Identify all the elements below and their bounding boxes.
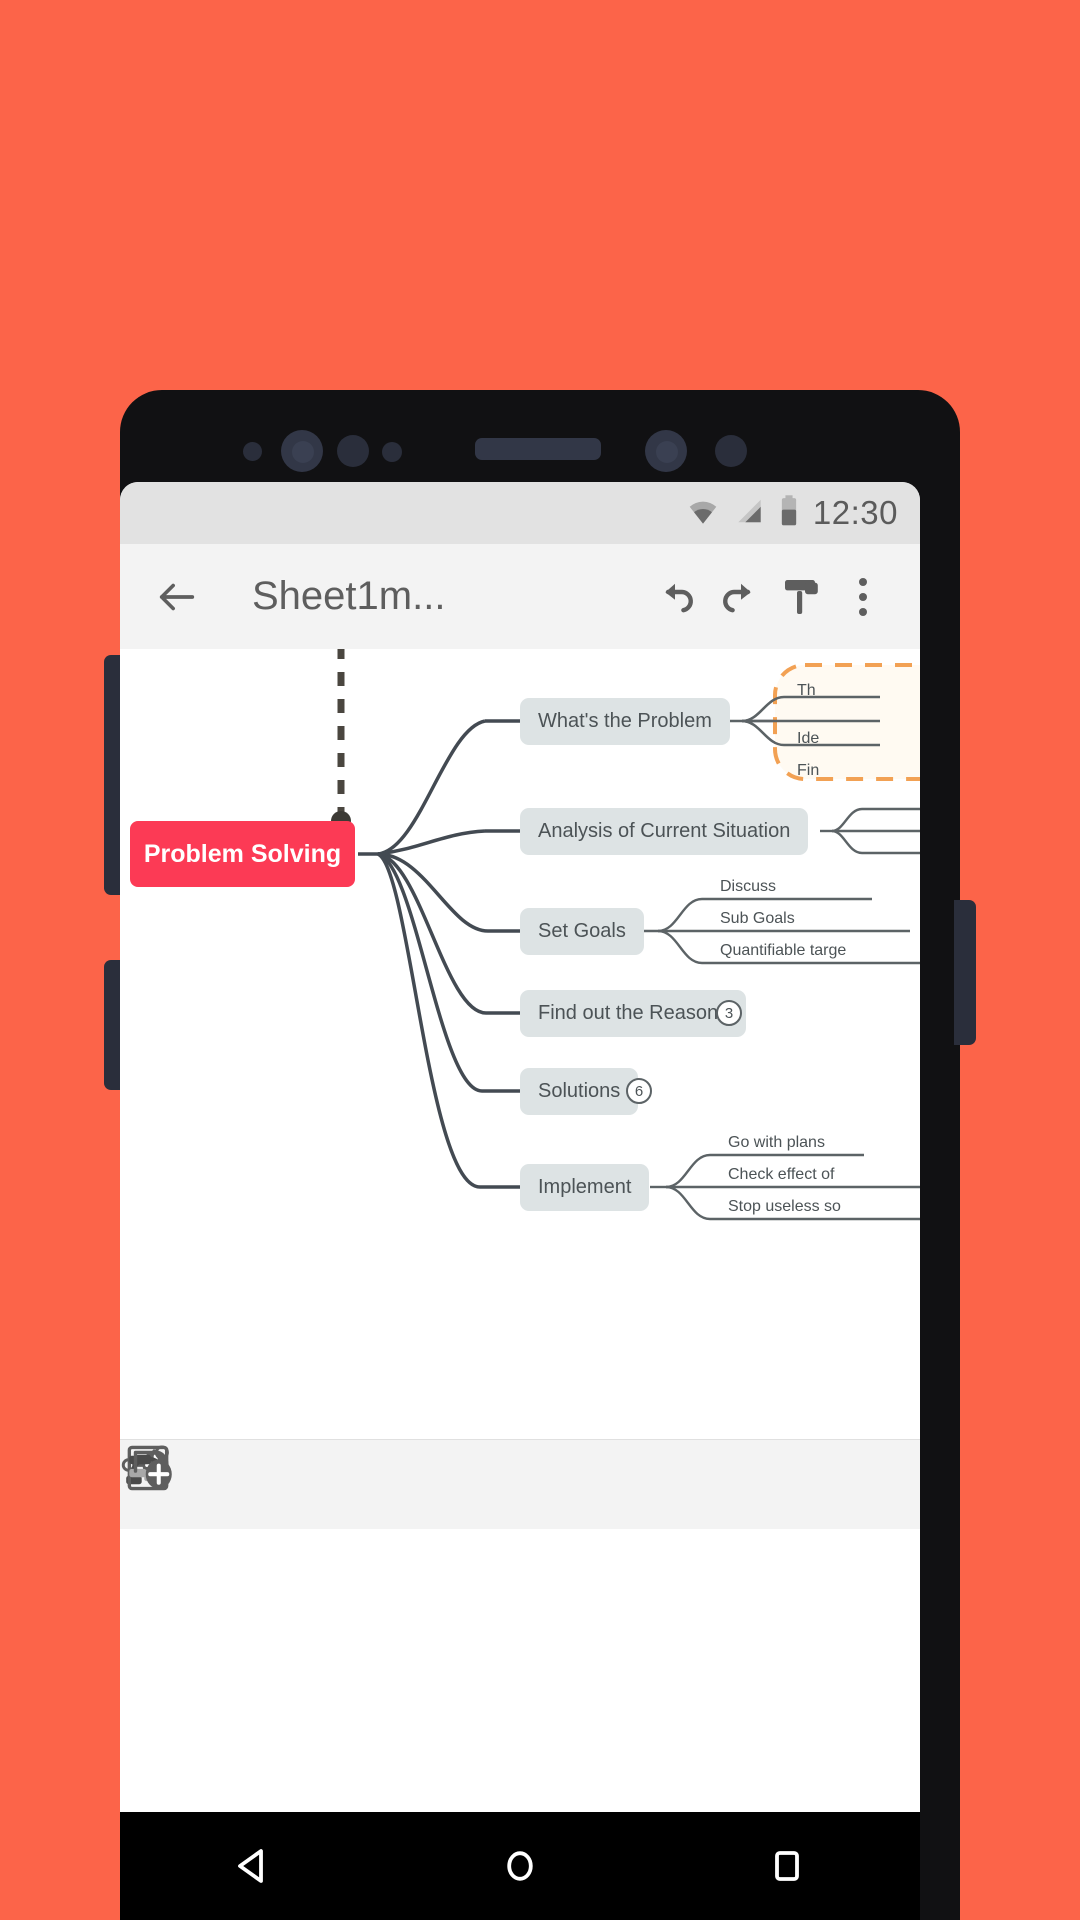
mindmap-leaf-whats-the-problem-2[interactable]: Ide [797, 730, 819, 748]
square-recents-icon[interactable] [742, 1831, 832, 1901]
redo-icon[interactable] [708, 566, 770, 628]
phone-sensor-row [120, 390, 960, 482]
signal-icon [734, 497, 765, 530]
circle-home-icon[interactable] [475, 1831, 565, 1901]
wifi-icon [686, 497, 720, 530]
sensor-dot-icon [337, 435, 369, 467]
sensor-dot-icon [715, 435, 747, 467]
floating-node-plus-icon[interactable] [133, 1445, 880, 1520]
mindmap-canvas[interactable]: Floating Topic Problem Solving What's th… [120, 649, 920, 1529]
mindmap-leaf-whats-the-problem-3[interactable]: Fin [797, 762, 819, 780]
triangle-back-icon[interactable] [208, 1831, 298, 1901]
mindmap-leaf-set-goals-3[interactable]: Quantifiable targe [720, 942, 846, 960]
android-navigation-bar [120, 1812, 920, 1920]
mindmap-leaf-implement-3[interactable]: Stop useless so [728, 1198, 841, 1216]
layout-card-icon[interactable] [127, 1445, 560, 1520]
phone-screen: 12:30 Sheet1m... Problem Solving What's … [120, 482, 920, 1812]
mindmap-root-node[interactable]: Problem Solving [130, 821, 355, 887]
collapsed-count-badge-solutions[interactable]: 6 [626, 1078, 652, 1104]
status-bar-clock: 12:30 [812, 494, 898, 531]
mindmap-leaf-set-goals-1[interactable]: Discuss [720, 878, 776, 896]
boundary-bracket-icon[interactable] [129, 1449, 720, 1520]
mindmap-leaf-whats-the-problem-1[interactable]: Th [797, 682, 816, 700]
mindmap-leaf-implement-1[interactable]: Go with plans [728, 1134, 825, 1152]
earpiece-speaker-icon [475, 438, 601, 460]
proximity-sensor-lens-icon [656, 441, 678, 463]
front-camera-lens-icon [292, 441, 314, 463]
power-button[interactable] [954, 900, 976, 1045]
mindmap-leaf-set-goals-2[interactable]: Sub Goals [720, 910, 795, 928]
mindmap-bottom-toolbar [120, 1439, 920, 1529]
more-vertical-icon[interactable] [832, 566, 894, 628]
collapsed-count-badge-find-out-the-reasons[interactable]: 3 [716, 1000, 742, 1026]
mindmap-branch-implement[interactable]: Implement [520, 1164, 650, 1211]
battery-icon [779, 494, 799, 532]
phone-frame: 12:30 Sheet1m... Problem Solving What's … [104, 390, 976, 1920]
mindmap-leaf-implement-2[interactable]: Check effect of [728, 1166, 834, 1184]
sensor-dot-icon [243, 442, 262, 461]
mindmap-branch-set-goals[interactable]: Set Goals [520, 908, 644, 955]
mindmap-branch-find-out-the-reasons[interactable]: Find out the Reasons [520, 990, 747, 1037]
back-arrow-icon[interactable] [146, 566, 208, 628]
mindmap-branch-whats-the-problem[interactable]: What's the Problem [520, 698, 730, 745]
undo-icon[interactable] [646, 566, 708, 628]
relation-arrow-icon[interactable] [126, 1450, 400, 1520]
status-bar: 12:30 [120, 482, 920, 544]
app-toolbar: Sheet1m... [120, 544, 920, 649]
paint-format-icon[interactable] [770, 566, 832, 628]
mindmap-branch-solutions[interactable]: Solutions [520, 1068, 639, 1115]
mindmap-branch-analysis-of-current-situation[interactable]: Analysis of Current Situation [520, 808, 809, 855]
page-title: Sheet1m... [252, 574, 446, 618]
sensor-dot-icon [382, 442, 402, 462]
